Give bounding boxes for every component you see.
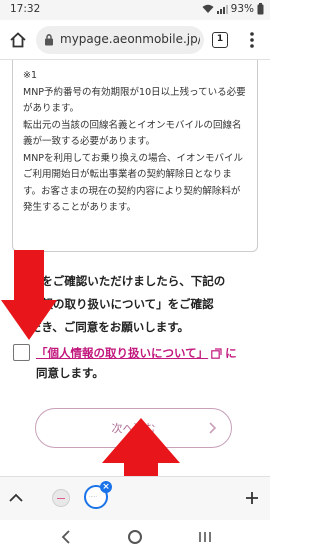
- agree-suffix: 同意します。: [36, 366, 104, 380]
- status-icons: 93%: [202, 3, 264, 15]
- tab-thumbnail-preview: ·····: [89, 494, 97, 500]
- tab-thumbnail-active[interactable]: ····· ×: [84, 481, 112, 509]
- browser-toolbar: mypage.aeonmobile.jp/r 1: [0, 20, 270, 60]
- back-icon[interactable]: [60, 530, 72, 544]
- address-url[interactable]: mypage.aeonmobile.jp/r: [60, 32, 200, 46]
- system-navigation-bar: [0, 520, 270, 555]
- status-time: 17:32: [10, 3, 41, 15]
- bottom-tab-toolbar: ····· ×: [0, 476, 270, 520]
- privacy-policy-link[interactable]: 「個人情報の取り扱いについて」: [36, 346, 208, 360]
- external-link-icon: [211, 348, 222, 359]
- recents-icon[interactable]: [198, 530, 212, 544]
- consent-checkbox[interactable]: [13, 344, 30, 361]
- battery-percent: 93%: [230, 3, 254, 15]
- tab-thumbnail[interactable]: [52, 489, 70, 507]
- signal-icon: [216, 5, 228, 14]
- tab-switcher-button[interactable]: 1: [212, 32, 228, 48]
- status-bar: 17:32 93%: [0, 0, 270, 20]
- close-icon[interactable]: ×: [100, 481, 112, 493]
- notice-line: MNP予約番号の有効期限が10日以上残っている必要があります。: [23, 86, 246, 115]
- consent-lead-text: てをご確認いただけましたら、下記の 情報の取り扱いについて」をご確認 だき、ご同…: [30, 274, 226, 334]
- battery-icon: [257, 3, 264, 15]
- notice-line: 転出元の当該の回線名義とイオンモバイルの回線名義が一致する必要があります。: [23, 119, 242, 148]
- red-arrow-down: [1, 250, 57, 340]
- notice-line: MNPを利用してお乗り換えの場合、イオンモバイルご利用開始日が転出事業者の契約解…: [23, 152, 243, 214]
- home-icon[interactable]: [8, 30, 28, 50]
- agree-label[interactable]: 「個人情報の取り扱いについて」 に 同意します。: [36, 343, 262, 383]
- chevron-up-icon[interactable]: [8, 491, 24, 505]
- nav-home-icon[interactable]: [128, 530, 142, 544]
- address-bar[interactable]: mypage.aeonmobile.jp/r: [36, 26, 204, 54]
- chevron-right-icon: [209, 422, 217, 434]
- mnp-notice-box: ※1 MNP予約番号の有効期限が10日以上残っている必要があります。 転出元の当…: [12, 60, 258, 252]
- lock-icon: [45, 34, 53, 46]
- more-vert-icon[interactable]: [244, 30, 260, 50]
- notice-line: ※1: [23, 70, 38, 81]
- wifi-icon: [202, 4, 214, 13]
- agree-prefix: に: [225, 346, 237, 360]
- plus-icon[interactable]: [244, 490, 260, 506]
